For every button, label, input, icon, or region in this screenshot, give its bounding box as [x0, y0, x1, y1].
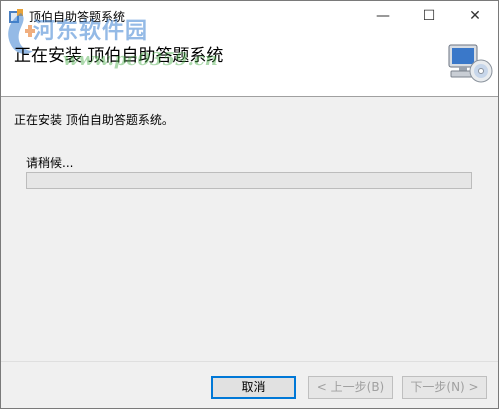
- computer-cd-icon: [448, 44, 493, 83]
- minimize-button[interactable]: —: [360, 1, 406, 31]
- header-banner: 河东软件园 正在安装 顶伯自助答题系统 www.pc0359.cn: [1, 13, 498, 97]
- wait-label: 请稍候...: [26, 156, 74, 170]
- status-message: 正在安装 顶伯自助答题系统。: [14, 113, 174, 127]
- cancel-button[interactable]: 取消: [211, 376, 296, 399]
- close-button[interactable]: ✕: [452, 1, 498, 31]
- footer-divider: [1, 361, 498, 362]
- installer-window: 顶伯自助答题系统 — ☐ ✕ 河东软件园 正在安装 顶伯自助答题系统 www.p…: [0, 0, 499, 409]
- maximize-button[interactable]: ☐: [406, 1, 452, 31]
- next-button[interactable]: 下一步(N) >: [402, 376, 487, 399]
- progress-bar: [26, 172, 472, 189]
- back-button[interactable]: < 上一步(B): [308, 376, 393, 399]
- watermark-url: www.pc0359.cn: [63, 49, 218, 70]
